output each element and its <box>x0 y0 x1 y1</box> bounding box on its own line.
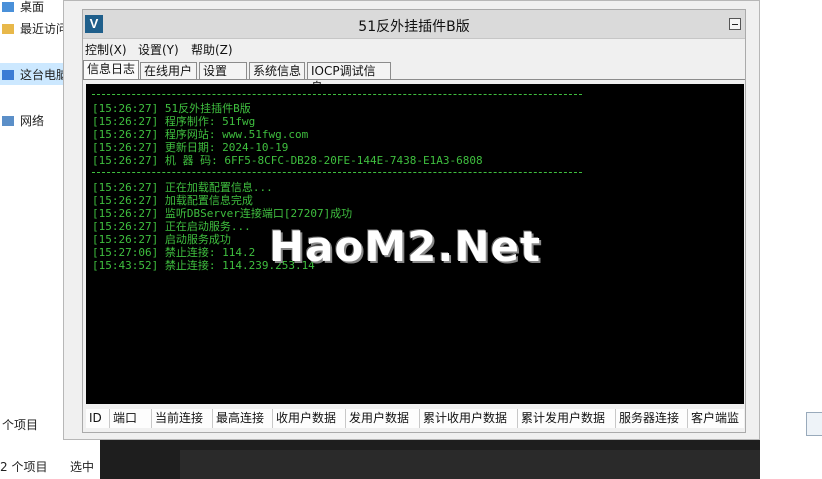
log-line: [15:26:27] 正在启动服务... <box>92 220 251 233</box>
column-server-connections[interactable]: 服务器连接 <box>616 409 688 428</box>
connection-table-header: ID 端口 当前连接 最高连接 收用户数据 发用户数据 累计收用户数据 累计发用… <box>86 409 744 429</box>
column-send-user-data[interactable]: 发用户数据 <box>346 409 420 428</box>
menu-help[interactable]: 帮助(Z) <box>191 41 233 58</box>
sidebar-item-desktop[interactable]: 桌面 <box>2 0 44 15</box>
taskbar-section <box>180 450 760 479</box>
menu-control[interactable]: 控制(X) <box>85 41 127 58</box>
explorer-status-count: 2 个项目 <box>0 460 48 474</box>
column-total-send-user-data[interactable]: 累计发用户数据 <box>518 409 616 428</box>
sidebar-item-this-pc[interactable]: 这台电脑 <box>2 66 68 83</box>
explorer-view-icon[interactable] <box>806 412 822 436</box>
log-separator <box>92 172 582 173</box>
window-title: 51反外挂插件B版 <box>358 19 470 35</box>
explorer-status-selected: 选中 <box>70 460 95 474</box>
menu-bar: 控制(X) 设置(Y) 帮助(Z) <box>83 39 745 59</box>
watermark-text: HaoM2.Net <box>269 222 542 271</box>
title-bar[interactable]: V 51反外挂插件B版 <box>83 10 745 39</box>
log-line: [15:27:06] 禁止连接: 114.2 <box>92 246 256 259</box>
column-id[interactable]: ID <box>86 409 110 428</box>
log-line: [15:26:27] 程序制作: 51fwg <box>92 115 256 128</box>
log-console[interactable]: [15:26:27] 51反外挂插件B版 [15:26:27] 程序制作: 51… <box>86 84 744 404</box>
log-line: [15:26:27] 51反外挂插件B版 <box>92 102 251 115</box>
column-max-connections[interactable]: 最高连接 <box>213 409 273 428</box>
recent-icon <box>2 24 14 34</box>
sidebar-item-network[interactable]: 网络 <box>2 112 44 129</box>
log-line: [15:26:27] 启动服务成功 <box>92 233 231 246</box>
log-line: [15:26:27] 机 器 码: 6FF5-8CFC-DB28-20FE-14… <box>92 154 483 167</box>
menu-settings[interactable]: 设置(Y) <box>138 41 179 58</box>
column-port[interactable]: 端口 <box>110 409 152 428</box>
network-icon <box>2 116 14 126</box>
sidebar-item-recent[interactable]: 最近访问 <box>2 20 68 37</box>
column-current-connections[interactable]: 当前连接 <box>152 409 213 428</box>
column-total-recv-user-data[interactable]: 累计收用户数据 <box>420 409 518 428</box>
column-client-monitor[interactable]: 客户端监 <box>688 409 744 428</box>
tab-system-info[interactable]: 系统信息 <box>249 62 305 79</box>
column-recv-user-data[interactable]: 收用户数据 <box>273 409 346 428</box>
desktop-icon <box>2 2 14 12</box>
tab-settings[interactable]: 设置 <box>199 62 247 79</box>
app-window-frame: V 51反外挂插件B版 控制(X) 设置(Y) 帮助(Z) 信息日志 在线用户 … <box>63 0 760 440</box>
tab-online-users[interactable]: 在线用户 <box>140 62 197 79</box>
log-line: [15:26:27] 加载配置信息完成 <box>92 194 253 207</box>
log-line: [15:26:27] 更新日期: 2024-10-19 <box>92 141 289 154</box>
explorer-right-area <box>760 0 822 440</box>
log-line: [15:26:27] 程序网站: www.51fwg.com <box>92 128 309 141</box>
computer-icon <box>2 70 14 80</box>
tab-info-log[interactable]: 信息日志 <box>83 60 139 80</box>
app-window: V 51反外挂插件B版 控制(X) 设置(Y) 帮助(Z) 信息日志 在线用户 … <box>82 9 746 433</box>
tab-strip: 信息日志 在线用户 设置 系统信息 IOCP调试信息 <box>83 60 745 94</box>
tab-iocp-debug[interactable]: IOCP调试信息 <box>307 62 391 94</box>
log-line: [15:26:27] 监听DBServer连接端口[27207]成功 <box>92 207 353 220</box>
tab-divider <box>83 79 745 80</box>
log-line: [15:26:27] 正在加载配置信息... <box>92 181 273 194</box>
log-separator <box>92 94 582 95</box>
explorer-item-count: 个项目 <box>2 418 39 432</box>
minimize-button[interactable] <box>729 18 741 30</box>
